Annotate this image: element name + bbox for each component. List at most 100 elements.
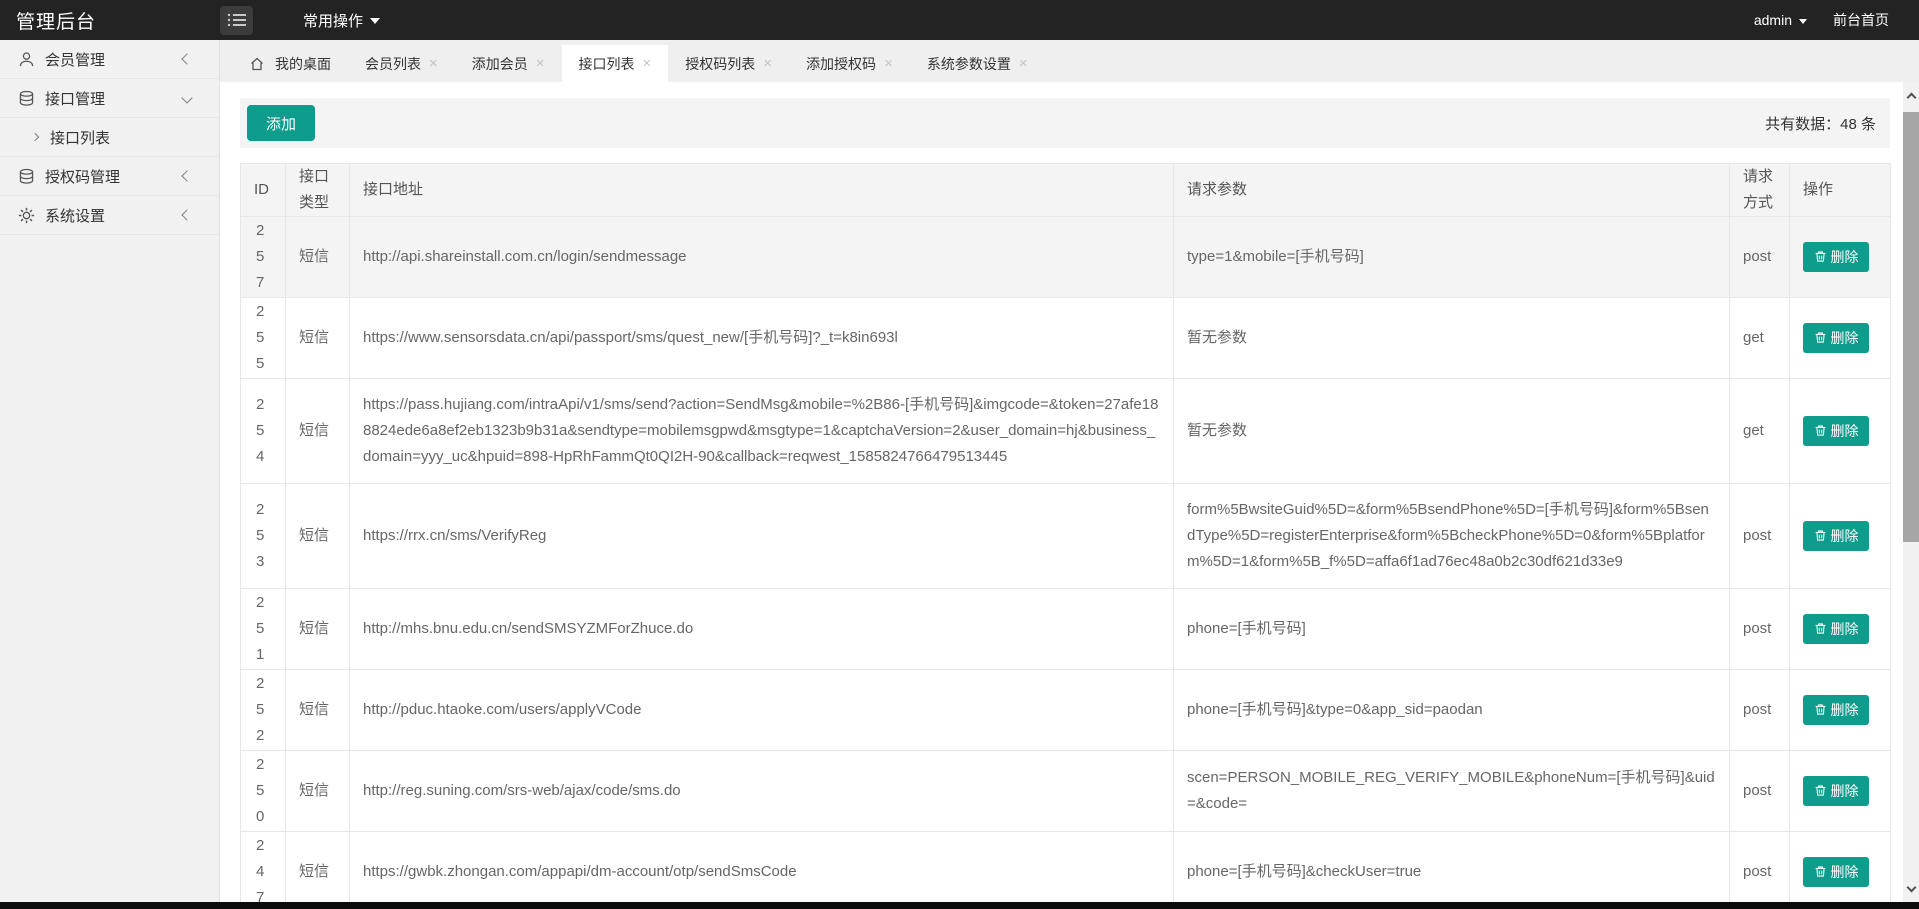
scrollbar-thumb[interactable] [1903,112,1919,542]
cell-method: post [1730,670,1790,751]
username-label: admin [1754,12,1792,28]
delete-button-label: 删除 [1831,619,1859,639]
table-toolbar: 添加 共有数据：48 条 [240,98,1890,148]
tab-会员列表[interactable]: 会员列表 × [348,45,455,82]
chevron-left-icon [181,53,192,64]
delete-button[interactable]: 删除 [1803,695,1869,725]
caret-down-icon [370,18,380,24]
sidebar-item-授权码管理[interactable]: 授权码管理 [0,157,219,196]
cell-params: phone=[手机号码]&checkUser=true [1174,832,1730,909]
column-header: 接口类型 [286,164,350,217]
vertical-scrollbar[interactable] [1903,82,1919,902]
sidebar: 会员管理 接口管理 接口列表 授权码管理 系统设置 [0,40,220,902]
cell-id: 255 [241,298,286,379]
tab-label: 添加会员 [472,54,528,74]
delete-button[interactable]: 删除 [1803,323,1869,353]
sidebar-item-会员管理[interactable]: 会员管理 [0,40,219,79]
trash-icon [1814,784,1827,797]
column-header: 操作 [1790,164,1891,217]
delete-button-label: 删除 [1831,526,1859,546]
tab-label: 添加授权码 [806,54,876,74]
close-icon[interactable]: × [536,56,545,71]
quick-actions-menu[interactable]: 常用操作 [303,10,380,31]
delete-button[interactable]: 删除 [1803,521,1869,551]
trash-icon [1814,331,1827,344]
database-icon [18,90,35,107]
tab-授权码列表[interactable]: 授权码列表 × [668,45,789,82]
cell-url: https://gwbk.zhongan.com/appapi/dm-accou… [350,832,1174,909]
tab-label: 授权码列表 [685,54,755,74]
cell-url: https://pass.hujiang.com/intraApi/v1/sms… [350,379,1174,484]
cell-actions: 删除 [1790,379,1891,484]
admin-app: 管理后台 常用操作 admin 前台首页 会员管理 接口管理 接口列表 [0,0,1919,909]
front-home-link[interactable]: 前台首页 [1833,10,1889,30]
close-icon[interactable]: × [763,56,772,71]
cell-url: https://rrx.cn/sms/VerifyReg [350,484,1174,589]
tab-添加授权码[interactable]: 添加授权码 × [789,45,910,82]
bottom-bar [0,902,1919,909]
cell-method: post [1730,217,1790,298]
sidebar-item-label: 接口管理 [45,88,183,109]
sidebar-toggle-button[interactable] [220,6,253,35]
cell-type: 短信 [286,484,350,589]
tab-系统参数设置[interactable]: 系统参数设置 × [910,45,1045,82]
chevron-down-icon [181,92,192,103]
sidebar-item-label: 会员管理 [45,49,183,70]
close-icon[interactable]: × [429,56,438,71]
cell-id: 254 [241,379,286,484]
delete-button[interactable]: 删除 [1803,614,1869,644]
total-count-value: 48 [1840,116,1857,133]
main-content: 添加 共有数据：48 条 ID接口类型接口地址请求参数请求方式操作 257 短信… [220,82,1919,902]
cell-method: get [1730,298,1790,379]
table-row: 255 短信 https://www.sensorsdata.cn/api/pa… [241,298,1891,379]
add-button[interactable]: 添加 [247,105,315,141]
home-icon [249,56,265,72]
cell-actions: 删除 [1790,832,1891,909]
trash-icon [1814,622,1827,635]
delete-button[interactable]: 删除 [1803,776,1869,806]
scroll-up-icon[interactable] [1903,86,1919,104]
chevron-left-icon [181,170,192,181]
cell-id: 253 [241,484,286,589]
trash-icon [1814,424,1827,437]
app-title: 管理后台 [0,7,220,34]
close-icon[interactable]: × [1019,56,1028,71]
delete-button-label: 删除 [1831,247,1859,267]
cell-params: phone=[手机号码]&type=0&app_sid=paodan [1174,670,1730,751]
tab-label: 会员列表 [365,54,421,74]
total-count-label: 共有数据： [1765,116,1840,133]
column-header: 请求参数 [1174,164,1730,217]
trash-icon [1814,865,1827,878]
cell-id: 247 [241,832,286,909]
delete-button[interactable]: 删除 [1803,416,1869,446]
tab-label: 接口列表 [579,54,635,74]
sidebar-subitem-接口列表[interactable]: 接口列表 [0,118,219,157]
tab-添加会员[interactable]: 添加会员 × [455,45,562,82]
trash-icon [1814,250,1827,263]
cell-actions: 删除 [1790,298,1891,379]
top-bar: 管理后台 常用操作 admin 前台首页 [0,0,1919,40]
user-menu[interactable]: admin [1754,12,1807,28]
delete-button-label: 删除 [1831,700,1859,720]
column-header: 接口地址 [350,164,1174,217]
cell-params: form%5BwsiteGuid%5D=&form%5BsendPhone%5D… [1174,484,1730,589]
table-row: 257 短信 http://api.shareinstall.com.cn/lo… [241,217,1891,298]
total-count-text: 共有数据：48 条 [1765,113,1890,134]
trash-icon [1814,529,1827,542]
sidebar-item-label: 系统设置 [45,205,183,226]
scroll-down-icon[interactable] [1903,880,1919,898]
cell-url: http://api.shareinstall.com.cn/login/sen… [350,217,1174,298]
sidebar-item-系统设置[interactable]: 系统设置 [0,196,219,235]
tab-我的桌面[interactable]: 我的桌面 [232,45,348,82]
cell-actions: 删除 [1790,589,1891,670]
tab-bar: 我的桌面 会员列表 × 添加会员 × 接口列表 × 授权码列表 × 添加授权码 … [220,40,1919,82]
close-icon[interactable]: × [884,56,893,71]
delete-button[interactable]: 删除 [1803,857,1869,887]
delete-button[interactable]: 删除 [1803,242,1869,272]
tab-接口列表[interactable]: 接口列表 × [562,45,669,82]
gear-icon [18,207,35,224]
sidebar-item-接口管理[interactable]: 接口管理 [0,79,219,118]
user-icon [18,51,35,68]
sidebar-subitem-label: 接口列表 [50,127,110,148]
close-icon[interactable]: × [643,56,652,71]
